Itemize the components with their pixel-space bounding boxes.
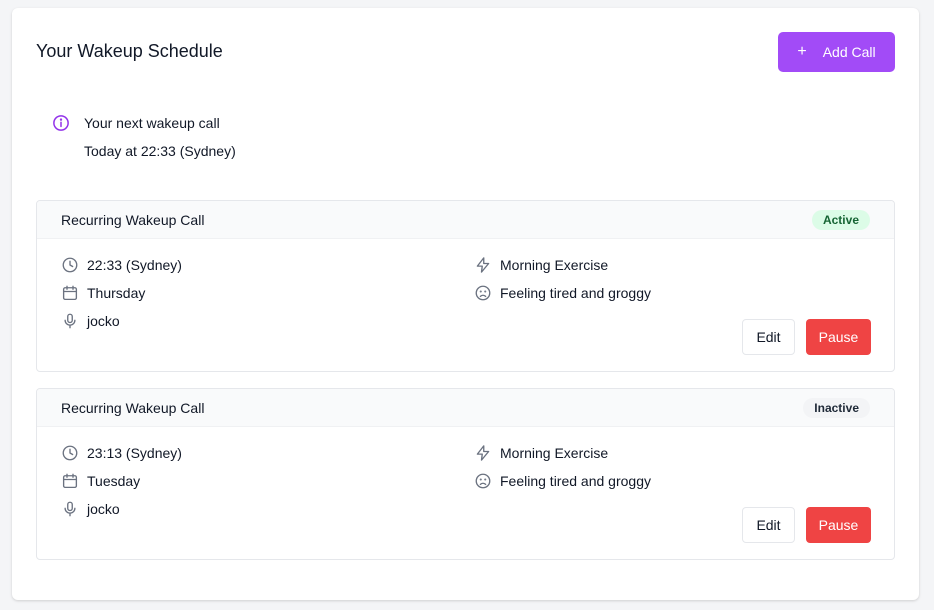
calendar-icon [62,285,78,301]
call-time: 22:33 (Sydney) [61,256,182,274]
clock-icon [62,257,78,273]
lightning-icon [476,257,490,273]
add-call-button[interactable]: + Add Call [778,32,895,72]
call-time: 23:13 (Sydney) [61,444,182,462]
sad-face-icon [475,285,491,301]
info-icon [53,115,69,131]
microphone-icon [64,313,76,329]
pause-button[interactable]: Pause [806,507,871,543]
wakeup-call-card: Recurring Wakeup Call Inactive 23:13 (Sy… [36,388,895,560]
status-badge: Active [811,210,870,230]
add-call-label: Add Call [822,44,876,60]
call-mood: Feeling tired and groggy [474,284,651,302]
sad-face-icon [475,473,491,489]
next-call-detail: Today at 22:33 (Sydney) [84,143,236,159]
call-voice: jocko [61,312,120,330]
next-call-title: Your next wakeup call [84,115,220,131]
calendar-icon [62,473,78,489]
edit-button[interactable]: Edit [742,507,795,543]
status-badge: Inactive [803,398,870,418]
plus-icon: + [797,43,807,60]
call-routine: Morning Exercise [474,256,608,274]
pause-button[interactable]: Pause [806,319,871,355]
card-header: Recurring Wakeup Call Active [37,201,894,239]
schedule-panel: Your Wakeup Schedule + Add Call Your nex… [12,8,919,600]
call-day: Thursday [61,284,145,302]
call-mood: Feeling tired and groggy [474,472,651,490]
wakeup-call-card: Recurring Wakeup Call Active 22:33 (Sydn… [36,200,895,372]
call-routine: Morning Exercise [474,444,608,462]
card-header: Recurring Wakeup Call Inactive [37,389,894,427]
edit-button[interactable]: Edit [742,319,795,355]
microphone-icon [64,501,76,517]
page-title: Your Wakeup Schedule [36,41,223,61]
card-title: Recurring Wakeup Call [61,400,205,416]
card-title: Recurring Wakeup Call [61,212,205,228]
lightning-icon [476,445,490,461]
call-voice: jocko [61,500,120,518]
clock-icon [62,445,78,461]
call-day: Tuesday [61,472,140,490]
